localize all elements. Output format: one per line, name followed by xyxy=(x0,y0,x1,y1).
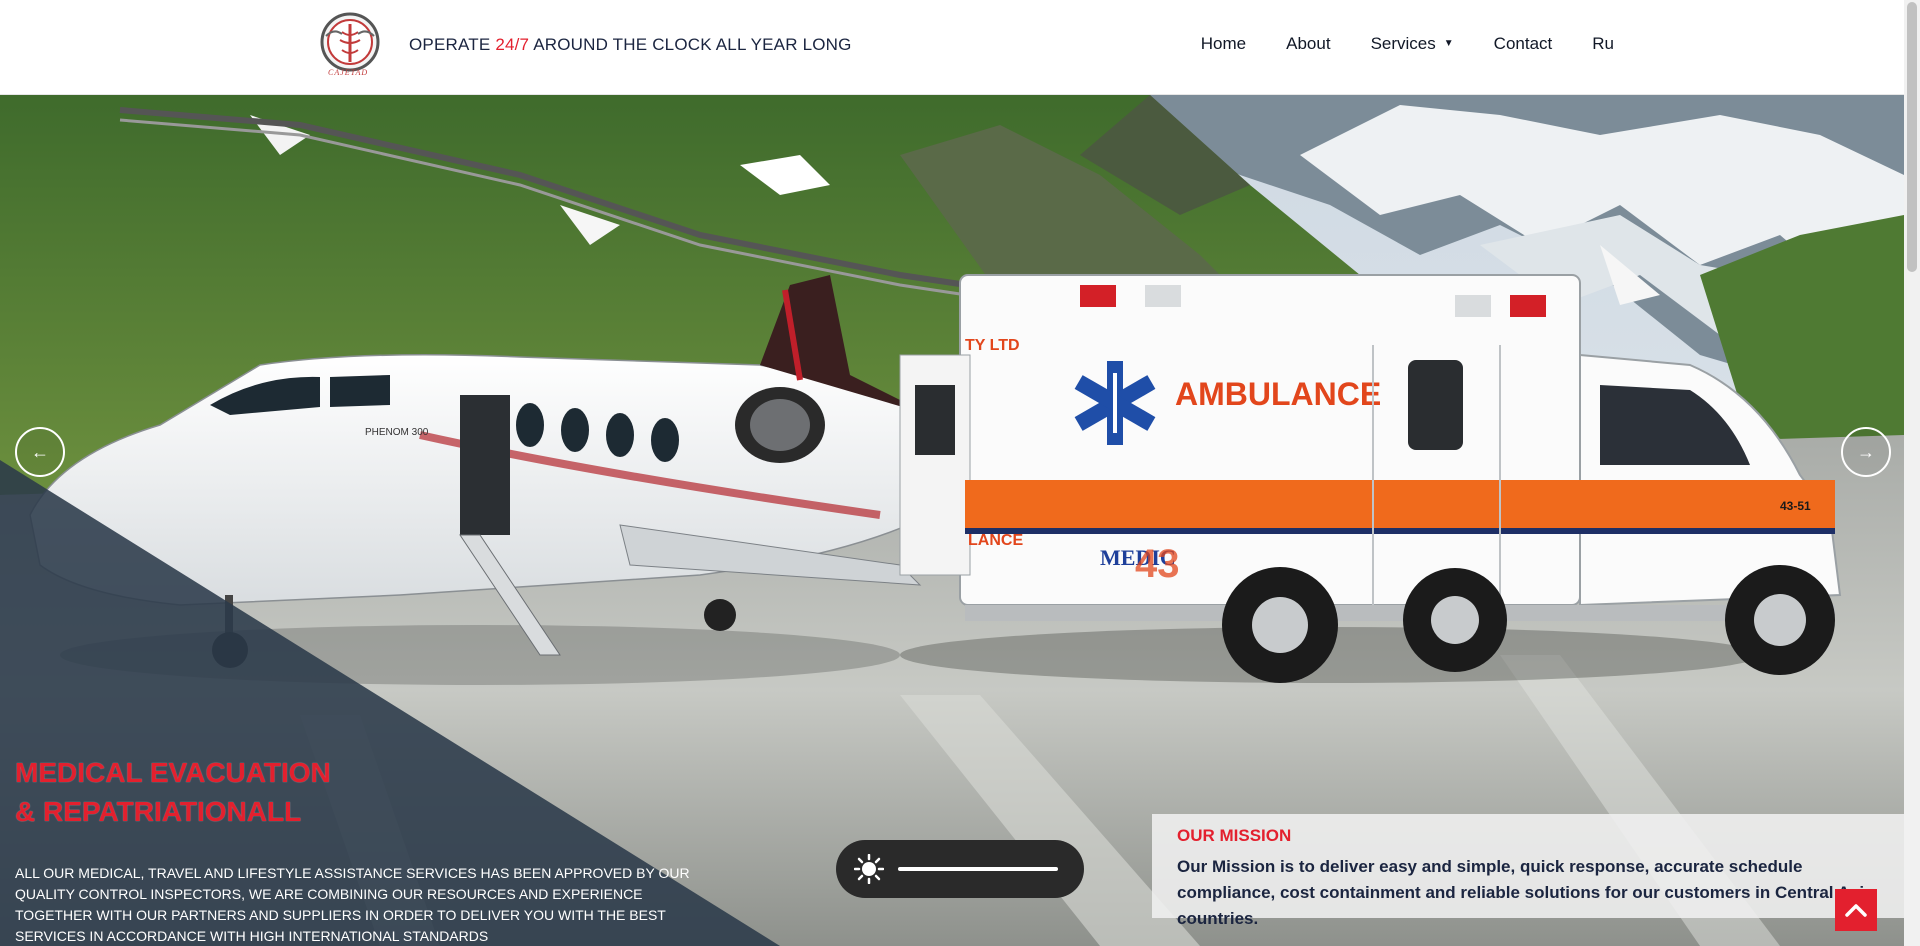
side-number-text: 43-51 xyxy=(1780,499,1811,513)
lance-text: LANCE xyxy=(968,532,1023,549)
nav-language-ru[interactable]: Ru xyxy=(1572,34,1614,54)
nav-services[interactable]: Services ▼ xyxy=(1351,34,1474,54)
tagline-prefix: OPERATE xyxy=(409,35,496,54)
scrollbar-thumb[interactable] xyxy=(1907,2,1917,272)
nav-about[interactable]: About xyxy=(1266,34,1350,54)
nav-language-label: Ru xyxy=(1592,34,1614,53)
theme-toggle[interactable] xyxy=(836,840,1084,898)
caret-down-icon: ▼ xyxy=(1443,38,1454,49)
nav-home[interactable]: Home xyxy=(1181,34,1266,54)
tagline-suffix: AROUND THE CLOCK ALL YEAR LONG xyxy=(529,35,852,54)
sun-icon xyxy=(854,854,884,884)
nav-contact[interactable]: Contact xyxy=(1474,34,1573,54)
arrow-left-icon: ← xyxy=(31,441,49,462)
site-logo[interactable]: CAJETAD xyxy=(312,10,388,80)
logo-text: CAJETAD xyxy=(328,68,369,77)
hero-slider: PHENOM 300 AMBULANCE MEDIC 43 43-51 TY L… xyxy=(0,95,1904,946)
chevron-up-icon xyxy=(1845,904,1867,917)
header-tagline: OPERATE 24/7 AROUND THE CLOCK ALL YEAR L… xyxy=(409,35,852,55)
nav-home-label: Home xyxy=(1200,34,1247,53)
unit-number-text: 43 xyxy=(1135,542,1180,586)
slider-prev-button[interactable]: ← xyxy=(15,427,65,477)
main-nav: Home About Services ▼ Contact Ru xyxy=(1181,34,1614,54)
slider-next-button[interactable]: → xyxy=(1841,427,1891,477)
ambulance-text: AMBULANCE xyxy=(1175,376,1381,412)
mission-panel: OUR MISSION Our Mission is to deliver ea… xyxy=(1152,814,1904,928)
ltd-text: TY LTD xyxy=(965,337,1020,354)
theme-slider-bar xyxy=(898,867,1058,871)
nav-about-label: About xyxy=(1286,34,1331,53)
mission-text: Our Mission is to deliver easy and simpl… xyxy=(1177,857,1874,928)
hero-description: ALL OUR MEDICAL, TRAVEL AND LIFESTYLE AS… xyxy=(15,865,690,944)
arrow-right-icon: → xyxy=(1857,441,1875,462)
hero-title-line-1: MEDICAL EVACUATION xyxy=(15,757,331,788)
mission-title: OUR MISSION xyxy=(1177,826,1292,845)
scroll-to-top-button[interactable] xyxy=(1835,889,1877,931)
nav-contact-label: Contact xyxy=(1493,34,1553,53)
hero-title-line-2: & REPATRIATIONALL xyxy=(15,796,302,827)
tagline-accent: 24/7 xyxy=(495,35,530,54)
page-scrollbar[interactable] xyxy=(1904,0,1920,946)
hero-title: MEDICAL EVACUATION & REPATRIATIONALL xyxy=(15,753,331,831)
site-header: CAJETAD OPERATE 24/7 AROUND THE CLOCK AL… xyxy=(0,0,1904,95)
nav-services-label: Services xyxy=(1370,34,1436,53)
